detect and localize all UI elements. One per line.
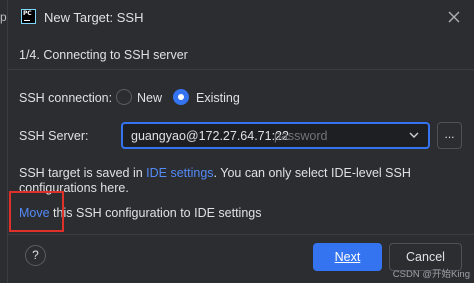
chevron-down-icon	[409, 132, 419, 138]
ssh-server-select[interactable]: guangyao@172.27.64.71:22 password	[121, 122, 430, 149]
highlight-box	[9, 191, 64, 232]
step-header: 1/4. Connecting to SSH server	[8, 40, 474, 70]
background-window-text: p	[0, 10, 7, 24]
pycharm-logo-icon: PC	[21, 9, 36, 24]
move-text: this SSH configuration to IDE settings	[49, 206, 262, 220]
close-icon[interactable]	[447, 10, 461, 24]
next-button-label: Next	[334, 250, 361, 264]
dialog-title: New Target: SSH	[44, 10, 144, 25]
ssh-server-value: guangyao@172.27.64.71:22	[131, 129, 289, 143]
browse-ssh-configs-button[interactable]: ...	[437, 122, 462, 149]
info-prefix: SSH target is saved in	[19, 166, 147, 180]
background-window-edge: p	[0, 0, 7, 283]
step-title: 1/4. Connecting to SSH server	[19, 48, 188, 62]
ssh-connection-label: SSH connection:	[19, 91, 113, 105]
watermark: CSDN @开始King	[392, 269, 470, 280]
dialog-titlebar: PC New Target: SSH	[8, 0, 474, 36]
radio-new-label[interactable]: New	[137, 91, 162, 105]
ssh-server-auth-hint: password	[274, 129, 328, 143]
radio-existing-label[interactable]: Existing	[196, 91, 240, 105]
new-target-dialog: PC New Target: SSH 1/4. Connecting to SS…	[7, 0, 474, 283]
next-button[interactable]: Next	[313, 243, 382, 271]
logo-text: PC	[23, 10, 32, 17]
radio-new[interactable]	[116, 89, 132, 105]
radio-existing[interactable]	[173, 89, 189, 105]
ssh-info-text: SSH target is saved in IDE settings. You…	[19, 166, 439, 196]
ssh-server-label: SSH Server:	[19, 129, 89, 143]
ide-settings-link[interactable]: IDE settings	[146, 166, 213, 180]
help-button[interactable]: ?	[25, 245, 46, 266]
